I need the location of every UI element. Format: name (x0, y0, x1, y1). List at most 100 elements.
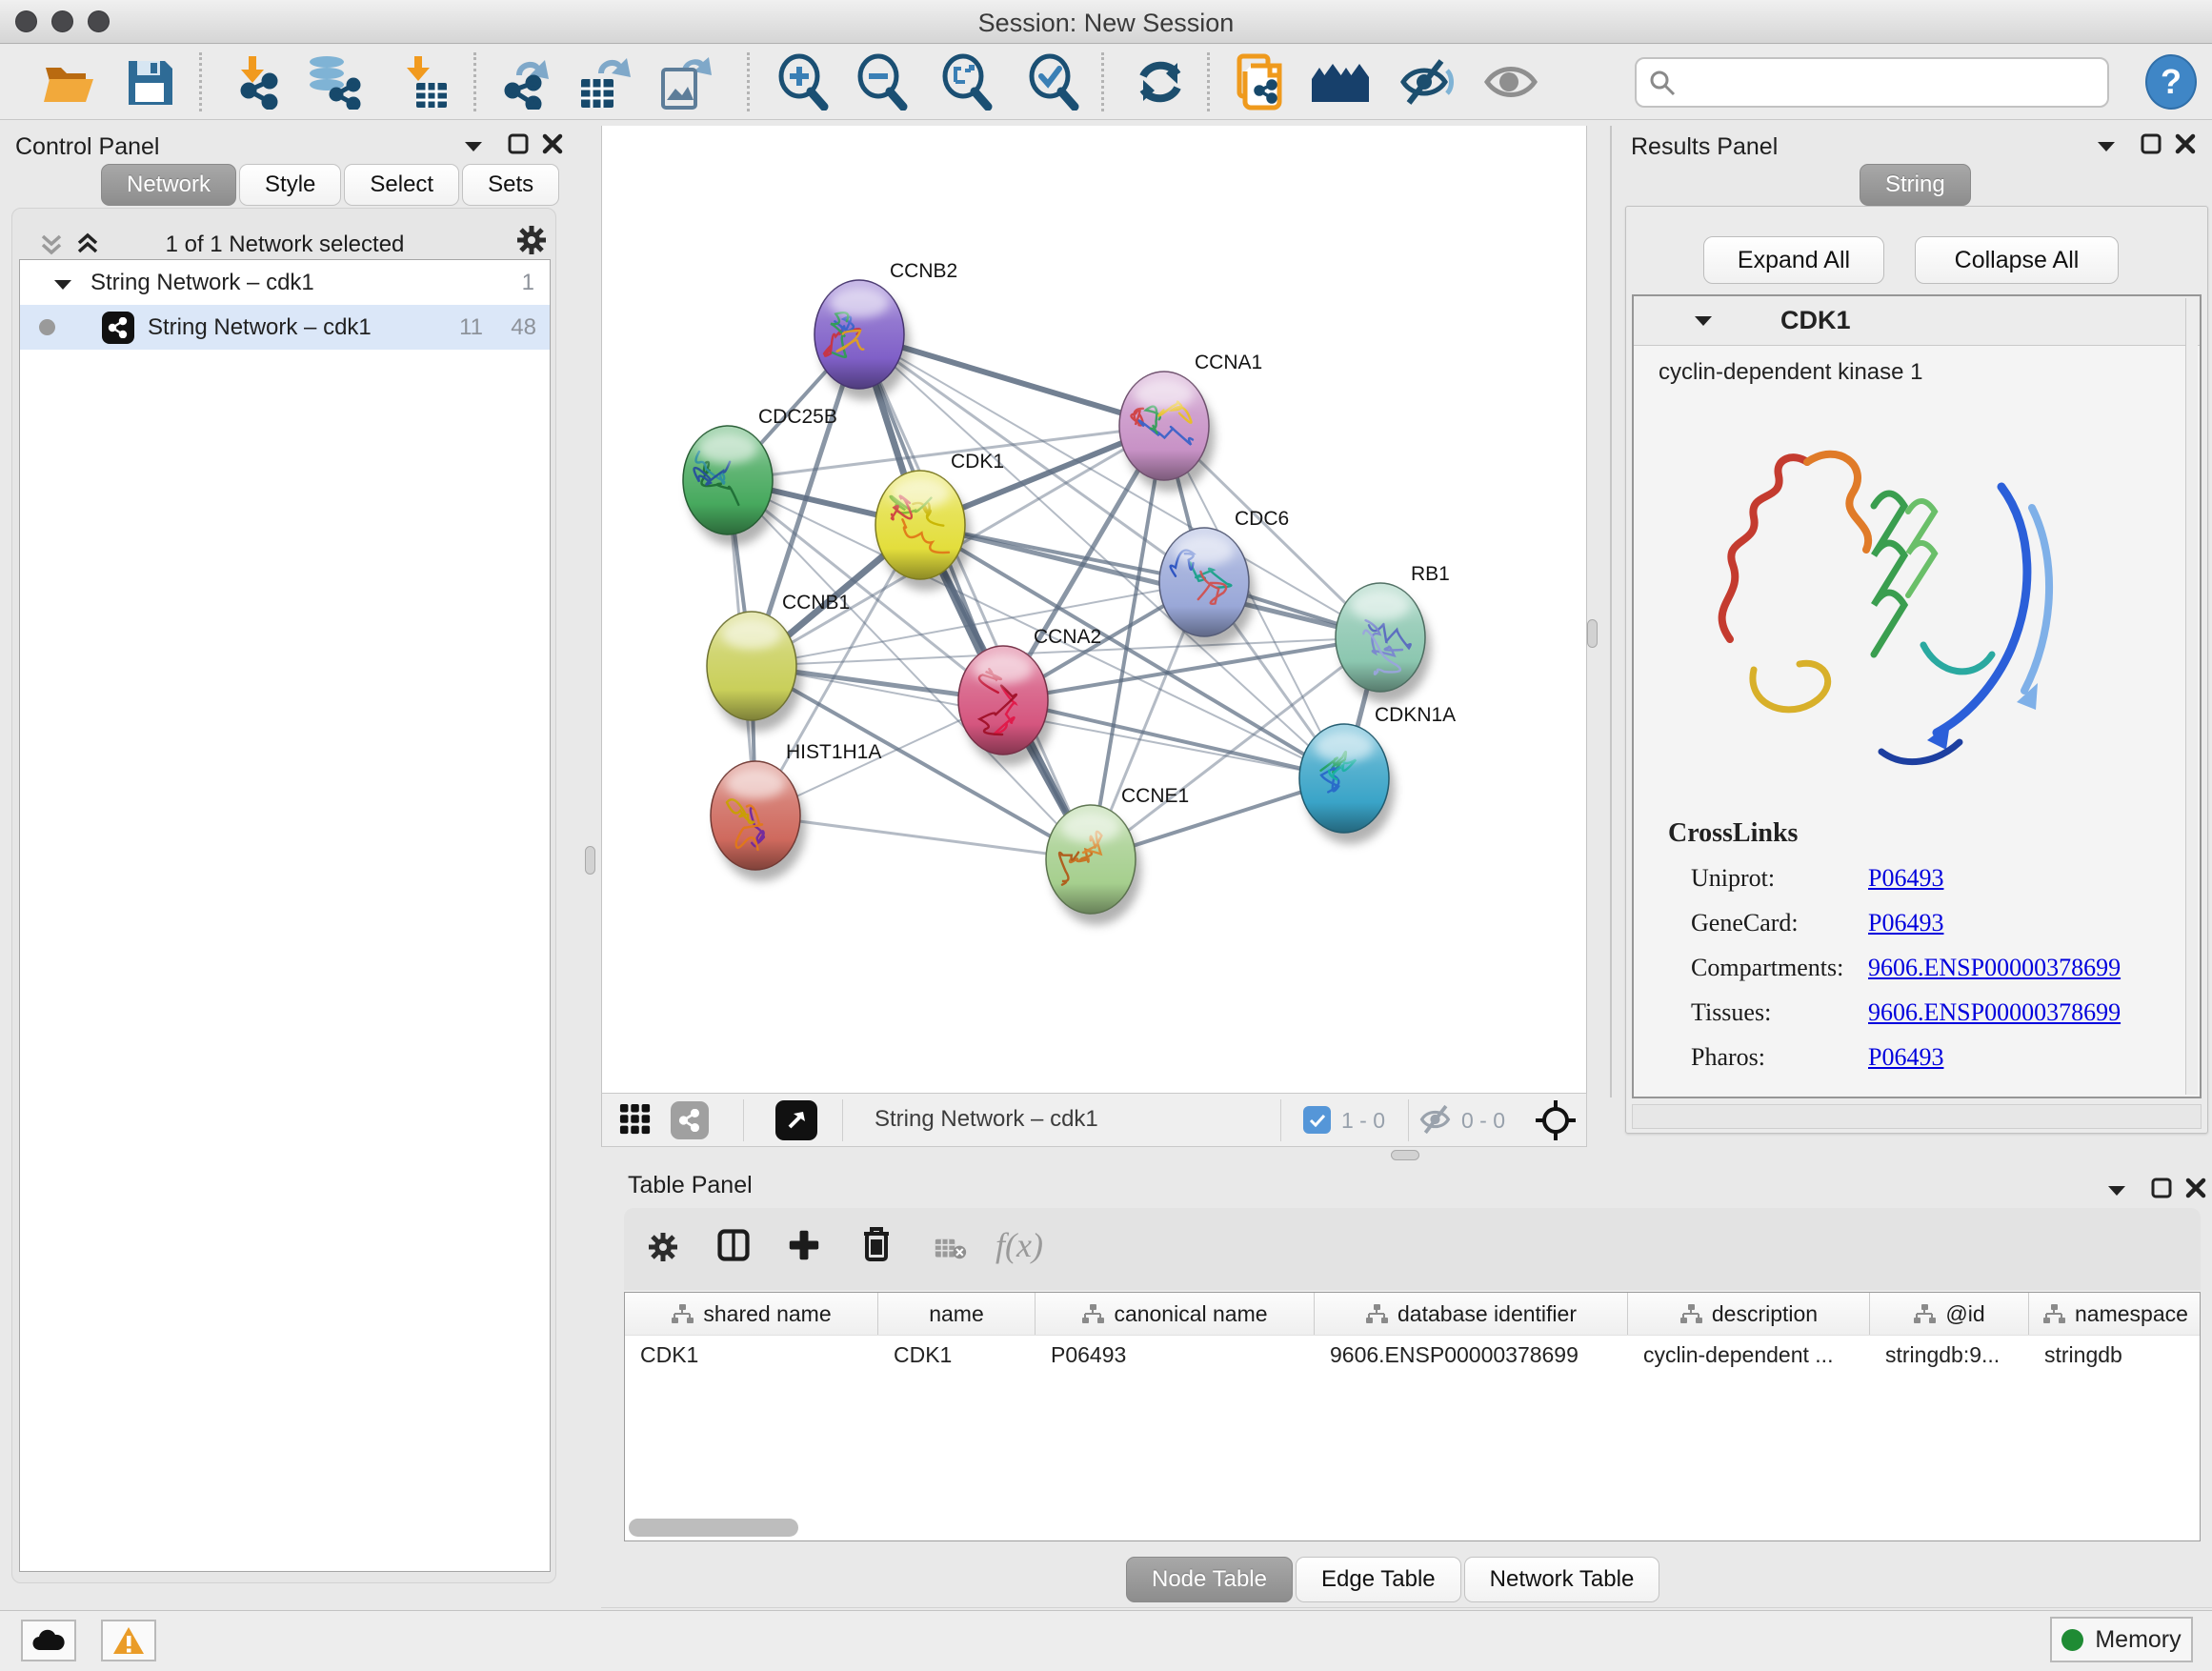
cell-id[interactable]: stringdb:9... (1870, 1336, 2029, 1374)
panel-float-button[interactable] (2101, 1174, 2133, 1206)
network-node-CCNA1[interactable]: CCNA1 (1119, 352, 1262, 492)
cell-description[interactable]: cyclin-dependent ... (1628, 1336, 1870, 1374)
selected-checkbox[interactable] (1303, 1106, 1331, 1134)
cell-name[interactable]: CDK1 (878, 1336, 1036, 1374)
expand-all-button[interactable]: Expand All (1703, 236, 1884, 284)
network-options-gear-button[interactable] (515, 224, 548, 256)
crosslink-compartments-link[interactable]: 9606.ENSP00000378699 (1868, 954, 2121, 982)
new-network-from-selection-button[interactable] (1231, 51, 1294, 112)
cell-shared-name[interactable]: CDK1 (625, 1336, 878, 1374)
zoom-selected-button[interactable] (1022, 51, 1085, 112)
tab-network-table[interactable]: Network Table (1464, 1557, 1660, 1602)
tab-select[interactable]: Select (344, 164, 459, 206)
column-header[interactable]: database identifier (1315, 1293, 1628, 1335)
eye-icon (1483, 60, 1540, 104)
import-network-file-button[interactable] (224, 51, 287, 112)
toolbar-separator (747, 52, 750, 111)
gene-collapse-icon[interactable] (1687, 305, 1719, 337)
collection-expand-icon[interactable] (47, 268, 79, 300)
import-network-database-button[interactable] (301, 51, 364, 112)
network-edge[interactable] (859, 334, 1091, 859)
crosslink-pharos-link[interactable]: P06493 (1868, 1043, 1943, 1072)
zoom-in-button[interactable] (772, 51, 835, 112)
network-node-CDKN1A[interactable]: CDKN1A (1299, 704, 1456, 844)
import-table-button[interactable] (391, 51, 453, 112)
network-node-CDK1[interactable]: CDK1 (875, 451, 1004, 591)
detach-view-button[interactable] (775, 1100, 817, 1140)
panel-close-button[interactable] (2180, 1172, 2212, 1204)
export-network-button[interactable] (493, 51, 556, 112)
cell-namespace[interactable]: stringdb (2029, 1336, 2200, 1374)
database-import-icon (304, 54, 361, 110)
column-header[interactable]: description (1628, 1293, 1870, 1335)
refresh-button[interactable] (1129, 51, 1192, 112)
network-canvas[interactable]: CCNB2CCNA1CDC25BCDK1CDC6RB1CCNB1CCNA2CDK… (601, 126, 1587, 1093)
tab-network[interactable]: Network (101, 164, 236, 206)
results-hscrollbar[interactable] (1632, 1104, 2202, 1129)
tab-string[interactable]: String (1860, 164, 1971, 206)
hierarchy-icon (2042, 1304, 2065, 1323)
zoom-fit-button[interactable] (935, 51, 998, 112)
table-hscrollbar-thumb[interactable] (629, 1519, 798, 1537)
column-header[interactable]: name (878, 1293, 1036, 1335)
panel-float-button[interactable] (457, 130, 490, 162)
gene-card-header[interactable]: CDK1 (1634, 296, 2200, 346)
help-button[interactable]: ? (2145, 54, 2197, 110)
cell-database-identifier[interactable]: 9606.ENSP00000378699 (1315, 1336, 1628, 1374)
panel-close-button[interactable] (536, 128, 569, 160)
network-row[interactable]: String Network – cdk1 11 48 (20, 305, 550, 350)
create-column-button[interactable] (788, 1229, 820, 1261)
show-all-button[interactable] (1480, 51, 1543, 112)
search-input[interactable] (1677, 70, 2086, 96)
column-header[interactable]: canonical name (1036, 1293, 1315, 1335)
crosslink-tissues-link[interactable]: 9606.ENSP00000378699 (1868, 998, 2121, 1027)
table-options-gear-button[interactable] (647, 1231, 679, 1263)
save-session-button[interactable] (118, 51, 181, 112)
tab-node-table[interactable]: Node Table (1126, 1557, 1293, 1602)
control-panel-title: Control Panel (15, 133, 159, 161)
network-edge[interactable] (1003, 700, 1344, 778)
results-scrollbar[interactable] (2185, 298, 2198, 1095)
network-node-RB1[interactable]: RB1 (1336, 563, 1450, 703)
cloud-status-button[interactable] (21, 1620, 76, 1661)
tab-edge-table[interactable]: Edge Table (1296, 1557, 1461, 1602)
grid-view-button[interactable] (619, 1103, 652, 1136)
memory-button[interactable]: Memory (2050, 1617, 2193, 1662)
panel-close-button[interactable] (2169, 128, 2202, 160)
column-header[interactable]: @id (1870, 1293, 2029, 1335)
column-header[interactable]: namespace (2029, 1293, 2200, 1335)
results-panel-tabs: String (1860, 164, 1971, 206)
delete-table-button[interactable] (935, 1233, 967, 1265)
export-table-button[interactable] (573, 51, 636, 112)
zoom-out-button[interactable] (851, 51, 914, 112)
table-row[interactable]: CDK1 CDK1 P06493 9606.ENSP00000378699 cy… (625, 1335, 2200, 1374)
open-session-button[interactable] (38, 51, 101, 112)
right-splitter-handle[interactable] (1587, 619, 1598, 648)
function-builder-button[interactable]: f(x) (995, 1225, 1043, 1265)
network-collection-row[interactable]: String Network – cdk1 1 (20, 260, 550, 305)
network-node-CDC6[interactable]: CDC6 (1159, 508, 1289, 648)
panel-maximize-button[interactable] (2145, 1172, 2178, 1204)
panel-maximize-button[interactable] (2135, 128, 2167, 160)
delete-column-button[interactable] (860, 1228, 893, 1260)
export-image-button[interactable] (654, 51, 716, 112)
panel-float-button[interactable] (2090, 130, 2122, 162)
birdseye-toggle-button[interactable] (1534, 1098, 1578, 1142)
warnings-button[interactable] (101, 1620, 156, 1661)
tab-style[interactable]: Style (239, 164, 341, 206)
crosslink-genecard-link[interactable]: P06493 (1868, 909, 1943, 937)
network-style-button[interactable] (671, 1101, 709, 1139)
left-splitter-handle[interactable] (585, 846, 595, 875)
hide-selected-button[interactable] (1397, 51, 1459, 112)
show-columns-button[interactable] (717, 1229, 750, 1261)
panel-maximize-button[interactable] (502, 128, 534, 160)
column-header[interactable]: shared name (625, 1293, 878, 1335)
toolbar-separator (473, 52, 476, 111)
crosslink-uniprot-link[interactable]: P06493 (1868, 864, 1943, 893)
bottom-splitter-handle[interactable] (1391, 1150, 1419, 1160)
collapse-all-button[interactable]: Collapse All (1915, 236, 2119, 284)
network-node-HIST1H1A[interactable]: HIST1H1A (711, 741, 881, 881)
first-neighbors-button[interactable] (1309, 51, 1372, 112)
tab-sets[interactable]: Sets (462, 164, 559, 206)
cell-canonical-name[interactable]: P06493 (1036, 1336, 1315, 1374)
